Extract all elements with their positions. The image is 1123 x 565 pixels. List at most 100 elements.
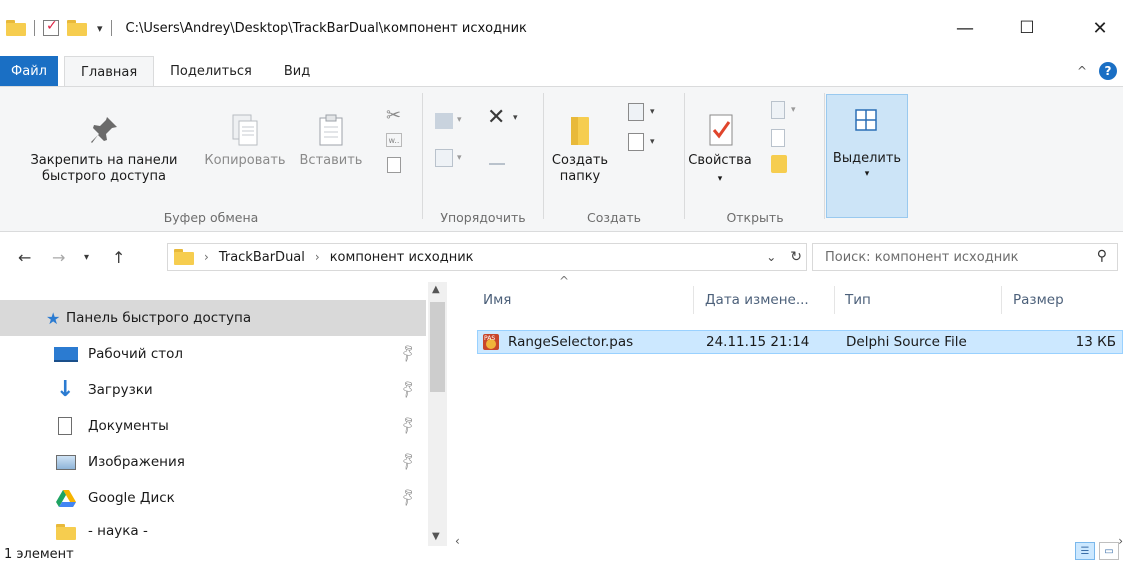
tab-home[interactable]: Главная — [64, 56, 155, 87]
up-button[interactable]: ↑ — [112, 232, 125, 282]
new-item-dropdown-icon[interactable]: ▾ — [650, 107, 655, 117]
nav-item-downloads[interactable]: ↓ Загрузки 📌︎ — [0, 372, 426, 408]
search-input[interactable]: Поиск: компонент исходник ⚲ — [812, 243, 1118, 271]
breadcrumb-trackbardual[interactable]: TrackBarDual — [219, 250, 305, 265]
scrollbar-thumb[interactable] — [430, 302, 445, 392]
cut-icon[interactable]: ✂ — [386, 105, 401, 126]
history-icon[interactable] — [771, 155, 787, 173]
tab-file[interactable]: Файл — [0, 56, 58, 86]
nav-item-label: Панель быстрого доступа — [66, 310, 252, 326]
collapse-ribbon-icon[interactable]: ^ — [1077, 64, 1087, 78]
nav-item-quick-access[interactable]: ★ Панель быстрого доступа — [0, 300, 426, 336]
search-icon[interactable]: ⚲ — [1097, 248, 1107, 264]
new-folder-icon — [571, 117, 589, 145]
open-group: Свойства ▾ ▾ Открыть — [685, 87, 825, 231]
maximize-button[interactable]: ☐ — [1004, 6, 1050, 50]
scroll-up-icon[interactable]: ▲ — [432, 284, 440, 295]
pin-icon[interactable]: 📌︎ — [397, 415, 419, 437]
file-row[interactable]: PAS RangeSelector.pas 24.11.15 21:14 Del… — [477, 330, 1123, 354]
address-controls: ⌄ ↻ — [766, 244, 802, 270]
new-folder-label-line1: Создать — [551, 153, 609, 168]
recent-locations-dropdown-icon[interactable]: ▾ — [84, 232, 89, 282]
new-folder-icon[interactable] — [67, 20, 87, 36]
column-divider[interactable] — [693, 286, 694, 314]
open-icon[interactable] — [771, 101, 785, 119]
pin-icon[interactable]: 📌︎ — [397, 487, 419, 509]
move-to-dropdown-icon[interactable]: ▾ — [457, 115, 462, 125]
properties-dropdown-icon[interactable]: ▾ — [685, 171, 755, 187]
pin-icon[interactable]: 📌︎ — [397, 451, 419, 473]
item-count: 1 элемент — [4, 546, 74, 562]
pin-button-label-line1: Закрепить на панели — [30, 153, 178, 168]
customize-toolbar-dropdown-icon[interactable]: ▾ — [97, 22, 103, 35]
nav-item-desktop[interactable]: Рабочий стол 📌︎ — [0, 336, 426, 372]
address-bar[interactable]: › TrackBarDual › компонент исходник ⌄ ↻ — [167, 243, 807, 271]
breadcrumb-current[interactable]: компонент исходник — [330, 250, 474, 265]
nav-item-documents[interactable]: Документы 📌︎ — [0, 408, 426, 444]
forward-button[interactable]: → — [52, 232, 65, 282]
nav-item-pictures[interactable]: Изображения 📌︎ — [0, 444, 426, 480]
navpane-scrollbar[interactable]: ▲ ▼ — [428, 282, 447, 546]
column-header-size[interactable]: Размер — [1013, 282, 1064, 318]
copy-button-label: Копировать — [204, 153, 286, 168]
scroll-down-icon[interactable]: ▼ — [432, 531, 440, 542]
file-size: 13 КБ — [1075, 334, 1116, 350]
copy-button[interactable]: Копировать — [198, 113, 292, 169]
copy-path-icon[interactable]: w.. — [386, 133, 402, 147]
paste-button[interactable]: Вставить — [296, 113, 366, 169]
column-divider[interactable] — [834, 286, 835, 314]
delete-dropdown-icon[interactable]: ▾ — [513, 113, 518, 123]
new-item-icon[interactable] — [628, 103, 644, 121]
back-button[interactable]: ← — [18, 232, 31, 282]
easy-access-icon[interactable] — [628, 133, 644, 151]
address-history-dropdown-icon[interactable]: ⌄ — [766, 250, 776, 264]
search-placeholder: Поиск: компонент исходник — [825, 249, 1019, 265]
pin-button-label-line2: быстрого доступа — [42, 169, 166, 184]
help-icon[interactable]: ? — [1099, 62, 1117, 80]
google-drive-icon — [56, 490, 76, 507]
copy-to-icon[interactable] — [435, 149, 453, 167]
select-grid-icon — [855, 109, 877, 131]
file-date: 24.11.15 21:14 — [706, 334, 810, 350]
paste-shortcut-icon[interactable] — [387, 157, 401, 173]
breadcrumb-separator-icon[interactable]: › — [315, 250, 320, 264]
copy-to-dropdown-icon[interactable]: ▾ — [457, 153, 462, 163]
nav-item-google-drive[interactable]: Google Диск 📌︎ — [0, 480, 426, 516]
column-header-name[interactable]: Имя — [483, 282, 511, 318]
breadcrumb-separator-icon[interactable]: › — [204, 250, 209, 264]
column-header-type[interactable]: Тип — [845, 282, 871, 318]
minimize-button[interactable]: — — [942, 6, 988, 50]
organize-group: ▾ ✕ ▾ ▾ Упорядочить — [423, 87, 543, 231]
column-header-date[interactable]: Дата измене... — [705, 282, 809, 318]
delete-icon[interactable]: ✕ — [487, 105, 505, 130]
pin-icon[interactable]: 📌︎ — [397, 379, 419, 401]
open-dropdown-icon[interactable]: ▾ — [791, 105, 796, 115]
title-bar: ▾ C:\Users\Andrey\Desktop\TrackBarDual\к… — [0, 6, 1123, 50]
close-button[interactable]: ✕ — [1077, 6, 1123, 50]
properties-button[interactable]: Свойства ▾ — [685, 113, 755, 187]
easy-access-dropdown-icon[interactable]: ▾ — [650, 137, 655, 147]
move-to-icon[interactable] — [435, 113, 453, 129]
select-button[interactable]: Выделить ▾ — [826, 94, 908, 218]
refresh-icon[interactable]: ↻ — [790, 249, 802, 265]
pin-quick-access-button[interactable]: Закрепить на панели быстрого доступа — [6, 113, 202, 185]
pin-icon[interactable]: 📌︎ — [397, 343, 419, 365]
new-folder-button[interactable]: Создать папку — [548, 113, 612, 185]
nav-item-science[interactable]: - наука - — [0, 516, 426, 546]
new-folder-label-line2: папку — [559, 169, 601, 184]
pictures-icon — [56, 455, 76, 470]
edit-icon[interactable] — [771, 129, 785, 147]
select-dropdown-icon: ▾ — [864, 169, 870, 179]
tab-view[interactable]: Вид — [268, 56, 326, 86]
tab-share[interactable]: Поделиться — [154, 56, 268, 86]
details-view-icon[interactable]: ☰ — [1075, 542, 1095, 560]
folder-icon — [6, 20, 26, 36]
properties-check-icon[interactable] — [43, 18, 59, 36]
rename-icon[interactable] — [489, 149, 505, 165]
folder-icon — [174, 249, 194, 265]
column-divider[interactable] — [1001, 286, 1002, 314]
paste-button-label: Вставить — [299, 153, 363, 168]
large-icons-view-icon[interactable]: ▭ — [1099, 542, 1119, 560]
ribbon: Закрепить на панели быстрого доступа Коп… — [0, 86, 1123, 232]
group-divider — [824, 93, 825, 219]
